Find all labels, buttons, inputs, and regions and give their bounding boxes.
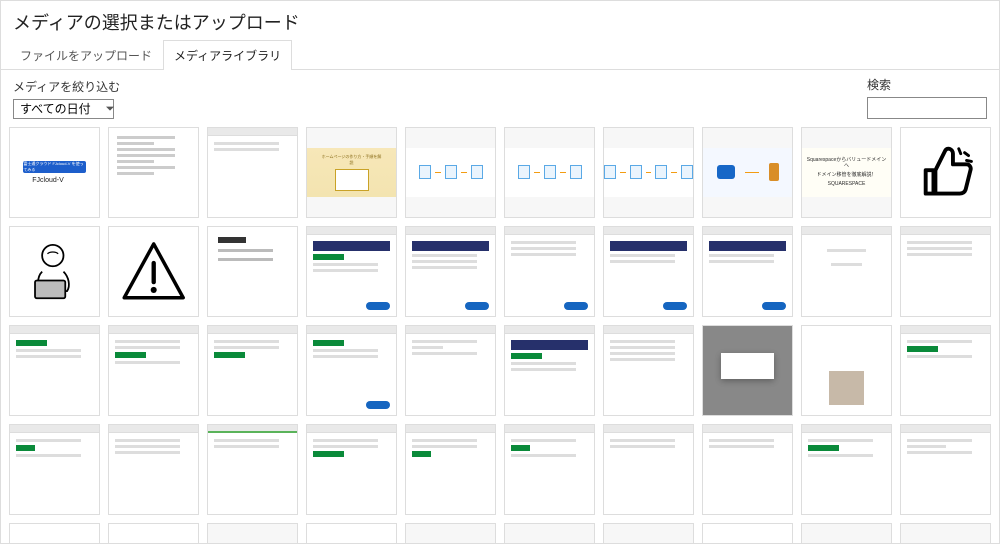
- media-item[interactable]: [603, 424, 694, 515]
- media-item[interactable]: [801, 424, 892, 515]
- media-item[interactable]: [900, 523, 991, 543]
- media-item[interactable]: [405, 226, 496, 317]
- media-item[interactable]: [207, 424, 298, 515]
- media-item[interactable]: [405, 523, 496, 543]
- media-item[interactable]: [801, 226, 892, 317]
- tab-upload[interactable]: ファイルをアップロード: [9, 40, 163, 70]
- media-item[interactable]: [603, 523, 694, 543]
- media-item[interactable]: [108, 523, 199, 543]
- tab-library[interactable]: メディアライブラリ: [163, 40, 292, 70]
- media-item[interactable]: [405, 325, 496, 416]
- media-item[interactable]: ホームページの作り方・手順を解説: [306, 127, 397, 218]
- media-tabs: ファイルをアップロード メディアライブラリ: [1, 39, 999, 70]
- media-item[interactable]: 富士通クラウド FJcloud-V を使ってみる FJcloud-V: [9, 127, 100, 218]
- media-item[interactable]: [504, 127, 595, 218]
- search-label: 検索: [867, 76, 891, 93]
- thumb-caption: ホームページの作り方・手順を解説: [320, 154, 382, 166]
- squarespace-logo: SQUARESPACE: [828, 181, 866, 187]
- media-item[interactable]: [702, 325, 793, 416]
- media-item[interactable]: [702, 523, 793, 543]
- media-item[interactable]: [801, 523, 892, 543]
- media-item[interactable]: [9, 424, 100, 515]
- media-item[interactable]: [900, 325, 991, 416]
- media-item[interactable]: [900, 226, 991, 317]
- media-item[interactable]: [207, 226, 298, 317]
- filter-label: メディアを絞り込む: [13, 78, 120, 95]
- media-item[interactable]: [504, 424, 595, 515]
- thumb-caption: 富士通クラウド FJcloud-V を使ってみる: [23, 161, 85, 173]
- modal-title: メディアの選択またはアップロード: [1, 1, 999, 39]
- warning-icon: [119, 237, 188, 306]
- media-item[interactable]: [900, 424, 991, 515]
- media-item[interactable]: [9, 226, 100, 317]
- media-grid: 富士通クラウド FJcloud-V を使ってみる FJcloud-V ホームペー…: [9, 127, 991, 543]
- thumb-caption: Squarespaceからバリュードメインへ: [806, 157, 887, 169]
- media-item[interactable]: [108, 424, 199, 515]
- media-item[interactable]: [603, 325, 694, 416]
- media-item[interactable]: [405, 127, 496, 218]
- media-item[interactable]: [306, 424, 397, 515]
- thumb-caption: ドメイン移管を徹底解説！: [816, 172, 876, 178]
- thumbs-up-icon: [914, 141, 976, 203]
- media-item[interactable]: [702, 127, 793, 218]
- media-item[interactable]: [801, 325, 892, 416]
- media-item[interactable]: [207, 523, 298, 543]
- date-filter-select[interactable]: すべての日付: [13, 99, 114, 119]
- thumb-caption: FJcloud-V: [32, 177, 77, 184]
- media-item[interactable]: [603, 226, 694, 317]
- library-toolbar: メディアを絞り込む すべての日付 検索: [1, 70, 999, 127]
- media-item[interactable]: [702, 424, 793, 515]
- media-item[interactable]: [405, 424, 496, 515]
- media-item[interactable]: [504, 226, 595, 317]
- media-grid-scroll[interactable]: 富士通クラウド FJcloud-V を使ってみる FJcloud-V ホームペー…: [1, 127, 999, 543]
- media-item[interactable]: [9, 325, 100, 416]
- media-item[interactable]: [108, 127, 199, 218]
- media-item[interactable]: [108, 226, 199, 317]
- media-item[interactable]: [306, 226, 397, 317]
- media-item[interactable]: [504, 523, 595, 543]
- search-input[interactable]: [867, 97, 987, 119]
- thinking-person-icon: [19, 236, 90, 307]
- media-item[interactable]: [306, 325, 397, 416]
- media-item[interactable]: [603, 127, 694, 218]
- media-item[interactable]: [900, 127, 991, 218]
- media-item[interactable]: [306, 523, 397, 543]
- media-item[interactable]: [9, 523, 100, 543]
- media-item[interactable]: [207, 127, 298, 218]
- media-item[interactable]: [207, 325, 298, 416]
- media-item[interactable]: [702, 226, 793, 317]
- media-item[interactable]: [108, 325, 199, 416]
- media-item[interactable]: Squarespaceからバリュードメインへ ドメイン移管を徹底解説！ SQUA…: [801, 127, 892, 218]
- media-item[interactable]: [504, 325, 595, 416]
